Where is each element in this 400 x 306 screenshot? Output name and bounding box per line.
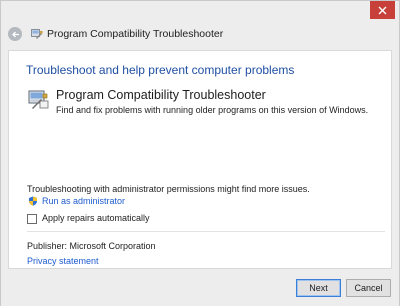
page-heading: Troubleshoot and help prevent computer p… (26, 63, 295, 77)
troubleshooter-window: Program Compatibility Troubleshooter Tro… (0, 0, 400, 306)
publisher-text: Publisher: Microsoft Corporation (27, 241, 156, 251)
close-icon (378, 6, 387, 14)
shield-icon (29, 196, 37, 206)
next-button[interactable]: Next (296, 279, 341, 297)
run-as-administrator-link[interactable]: Run as administrator (42, 196, 125, 206)
apply-repairs-label[interactable]: Apply repairs automatically (42, 213, 150, 223)
option-description: Find and fix problems with running older… (56, 105, 369, 115)
window-title: Program Compatibility Troubleshooter (47, 28, 224, 40)
apply-repairs-checkbox[interactable] (27, 214, 37, 224)
program-compatibility-icon (28, 90, 49, 109)
content-panel: Troubleshoot and help prevent computer p… (8, 50, 392, 269)
cancel-button[interactable]: Cancel (346, 279, 391, 297)
close-button[interactable] (370, 1, 395, 19)
back-button[interactable] (8, 27, 22, 41)
admin-permissions-note: Troubleshooting with administrator permi… (27, 184, 310, 194)
divider (27, 231, 385, 232)
back-arrow-icon (11, 31, 19, 37)
button-bar: Next Cancel (1, 271, 399, 306)
privacy-statement-link[interactable]: Privacy statement (27, 256, 99, 266)
title-bar: Program Compatibility Troubleshooter (1, 1, 399, 50)
option-title: Program Compatibility Troubleshooter (56, 88, 266, 102)
troubleshooter-app-icon (31, 29, 43, 39)
